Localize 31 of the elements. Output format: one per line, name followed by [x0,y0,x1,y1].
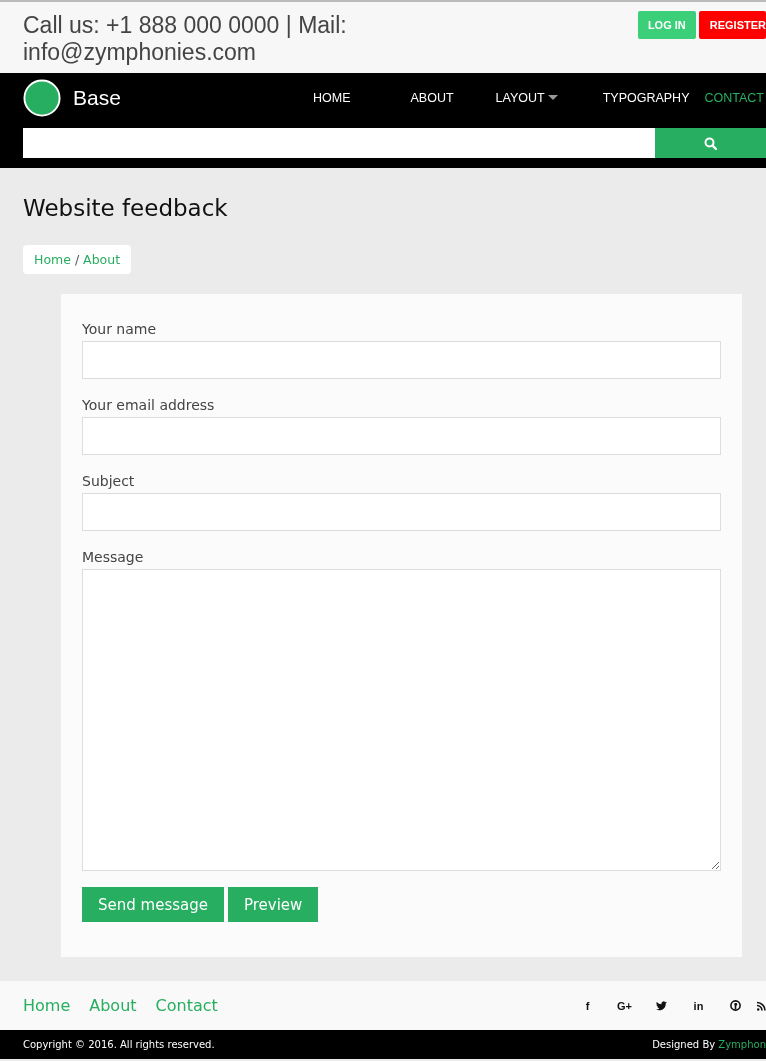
copyright-text: Copyright © 2016. All rights reserved. [23,1039,215,1050]
nav-link[interactable]: HOME [313,91,351,105]
designer-credit: Designed By Zymphon [652,1039,766,1050]
register-button[interactable]: REGISTER [698,11,766,39]
logo-icon [23,79,61,117]
input-field[interactable] [82,341,721,379]
contact-info: Call us: +1 888 000 0000 | Mail: info@zymphonies.com [23,12,348,66]
rss-icon[interactable] [757,1000,766,1011]
search-field[interactable] [23,128,655,158]
message-field[interactable] [82,569,721,871]
nav-link[interactable]: CONTACT [704,91,764,105]
field-label: Your email address [82,397,216,413]
field-label: Subject [82,473,136,489]
designer-link[interactable]: Zymphon [718,1039,766,1050]
site-name: Base [73,86,122,110]
social-icon[interactable]: G+ [617,999,632,1012]
nav-link[interactable]: ABOUT [410,91,454,105]
input-field[interactable] [82,493,721,531]
field-label: Your name [82,321,158,337]
bird-icon[interactable] [656,1000,667,1011]
social-icon[interactable]: in [693,999,704,1012]
nav-link[interactable]: TYPOGRAPHY [602,91,690,105]
social-icon[interactable]: f [585,999,590,1012]
nav-link[interactable]: LAYOUT [495,91,558,105]
breadcrumb-separator: / [73,252,81,267]
search-icon [704,136,717,150]
field-label: Message [82,549,145,565]
pin-icon[interactable] [730,1000,741,1011]
page-title: Website feedback [23,195,229,223]
search-button[interactable] [655,128,766,158]
input-field[interactable] [82,417,721,455]
